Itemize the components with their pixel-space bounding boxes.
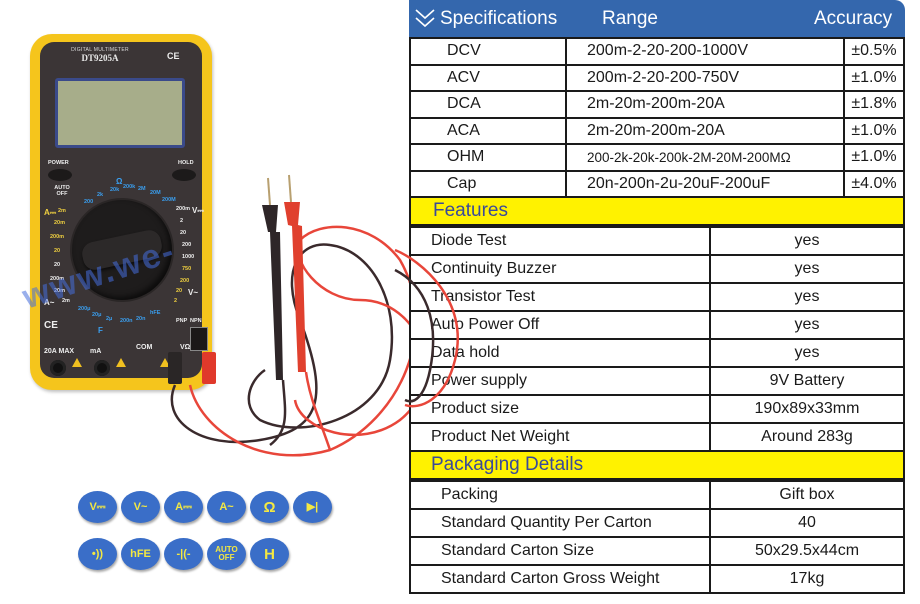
feature-value: 190x89x33mm	[709, 394, 905, 424]
table-row: DCA 2m-20m-200m-20A ±1.8%	[409, 90, 905, 119]
packaging-key: Standard Carton Gross Weight	[409, 564, 711, 594]
feature-value: yes	[709, 254, 905, 284]
features-section: Features Diode Test yes Continuity Buzzer…	[409, 198, 905, 452]
table-row: Product size 190x89x33mm	[409, 394, 905, 424]
dc-current-icon: A⎓	[164, 491, 203, 523]
spec-header: Specifications Range Accuracy	[409, 0, 905, 37]
spec-name: DCA	[409, 90, 567, 119]
table-row: Packing Gift box	[409, 480, 905, 510]
table-row: Standard Carton Gross Weight 17kg	[409, 564, 905, 594]
packaging-key: Standard Quantity Per Carton	[409, 508, 711, 538]
spec-name: Cap	[409, 169, 567, 198]
packaging-value: 50x29.5x44cm	[709, 536, 905, 566]
ac-voltage-icon: V~	[121, 491, 160, 523]
spec-range: 200m-2-20-200-1000V	[565, 37, 845, 66]
spec-name: DCV	[409, 37, 567, 66]
spec-accuracy: ±1.0%	[843, 63, 905, 92]
hold-icon: H	[250, 538, 289, 570]
diode-icon: ▶|	[293, 491, 332, 523]
table-row: Power supply 9V Battery	[409, 366, 905, 396]
header-accuracy: Accuracy	[814, 8, 893, 29]
spec-range: 20n-200n-2u-20uF-200uF	[565, 169, 845, 198]
auto-off-icon: AUTO OFF	[207, 538, 246, 570]
features-title: Features	[409, 198, 905, 226]
table-row: OHM 200-2k-20k-200k-2M-20M-200MΩ ±1.0%	[409, 143, 905, 172]
packaging-value: Gift box	[709, 480, 905, 510]
spec-name: ACV	[409, 63, 567, 92]
test-leads	[170, 174, 410, 457]
table-row: Transistor Test yes	[409, 282, 905, 312]
hfe-icon: hFE	[121, 538, 160, 570]
table-row: Standard Quantity Per Carton 40	[409, 508, 905, 538]
capacitance-icon: -|(-	[164, 538, 203, 570]
spec-name: ACA	[409, 116, 567, 145]
spec-accuracy: ±0.5%	[843, 37, 905, 66]
spec-range: 2m-20m-200m-20A	[565, 90, 845, 119]
feature-key: Continuity Buzzer	[409, 254, 711, 284]
continuity-icon: •))	[78, 538, 117, 570]
chevron-down-icon	[415, 9, 435, 28]
spec-table: DCV 200m-2-20-200-1000V ±0.5% ACV 200m-2…	[409, 37, 905, 198]
multimeter-illustration: DIGITAL MULTIMETER DT9205A CE POWER HOLD…	[0, 0, 410, 470]
feature-key: Power supply	[409, 366, 711, 396]
spec-accuracy: ±1.8%	[843, 90, 905, 119]
dc-voltage-icon: V⎓	[78, 491, 117, 523]
table-row: DCV 200m-2-20-200-1000V ±0.5%	[409, 37, 905, 66]
packaging-value: 40	[709, 508, 905, 538]
function-icons-row-2: •)) hFE -|(- AUTO OFF H	[78, 538, 289, 570]
spec-accuracy: ±1.0%	[843, 143, 905, 172]
spec-range: 200m-2-20-200-750V	[565, 63, 845, 92]
header-range: Range	[602, 8, 658, 29]
red-probe-handle	[284, 202, 306, 372]
table-row: Standard Carton Size 50x29.5x44cm	[409, 536, 905, 566]
black-probe-handle	[262, 205, 283, 380]
packaging-value: 17kg	[709, 564, 905, 594]
table-row: Continuity Buzzer yes	[409, 254, 905, 284]
spec-range: 2m-20m-200m-20A	[565, 116, 845, 145]
feature-key: Diode Test	[409, 226, 711, 256]
table-row: Auto Power Off yes	[409, 310, 905, 340]
packaging-key: Packing	[409, 480, 711, 510]
feature-key: Product size	[409, 394, 711, 424]
resistance-icon: Ω	[250, 491, 289, 523]
table-row: ACA 2m-20m-200m-20A ±1.0%	[409, 116, 905, 145]
feature-value: 9V Battery	[709, 366, 905, 396]
table-row: Data hold yes	[409, 338, 905, 368]
header-specifications: Specifications	[440, 8, 558, 29]
feature-value: yes	[709, 310, 905, 340]
features-table: Diode Test yes Continuity Buzzer yes Trans…	[409, 226, 905, 452]
packaging-section: Packaging Details Packing Gift box Standa…	[409, 452, 905, 594]
table-row: ACV 200m-2-20-200-750V ±1.0%	[409, 63, 905, 92]
feature-key: Product Net Weight	[409, 422, 711, 452]
feature-key: Data hold	[409, 338, 711, 368]
packaging-key: Standard Carton Size	[409, 536, 711, 566]
feature-value: yes	[709, 226, 905, 256]
red-probe-tip	[288, 174, 292, 203]
spec-name: OHM	[409, 143, 567, 172]
table-row: Diode Test yes	[409, 226, 905, 256]
feature-key: Transistor Test	[409, 282, 711, 312]
function-icons-row-1: V⎓ V~ A⎓ A~ Ω ▶|	[78, 491, 332, 523]
spec-sheet: Specifications Range Accuracy DCV 200m-2…	[409, 0, 905, 594]
feature-value: Around 283g	[709, 422, 905, 452]
feature-key: Auto Power Off	[409, 310, 711, 340]
packaging-table: Packing Gift box Standard Quantity Per Ca…	[409, 480, 905, 594]
spec-accuracy: ±1.0%	[843, 116, 905, 145]
spec-range: 200-2k-20k-200k-2M-20M-200MΩ	[565, 143, 845, 172]
ac-current-icon: A~	[207, 491, 246, 523]
packaging-title: Packaging Details	[409, 452, 905, 480]
feature-value: yes	[709, 338, 905, 368]
spec-accuracy: ±4.0%	[843, 169, 905, 198]
table-row: Cap 20n-200n-2u-20uF-200uF ±4.0%	[409, 169, 905, 198]
feature-value: yes	[709, 282, 905, 312]
black-probe-tip	[267, 177, 271, 206]
table-row: Product Net Weight Around 283g	[409, 422, 905, 452]
